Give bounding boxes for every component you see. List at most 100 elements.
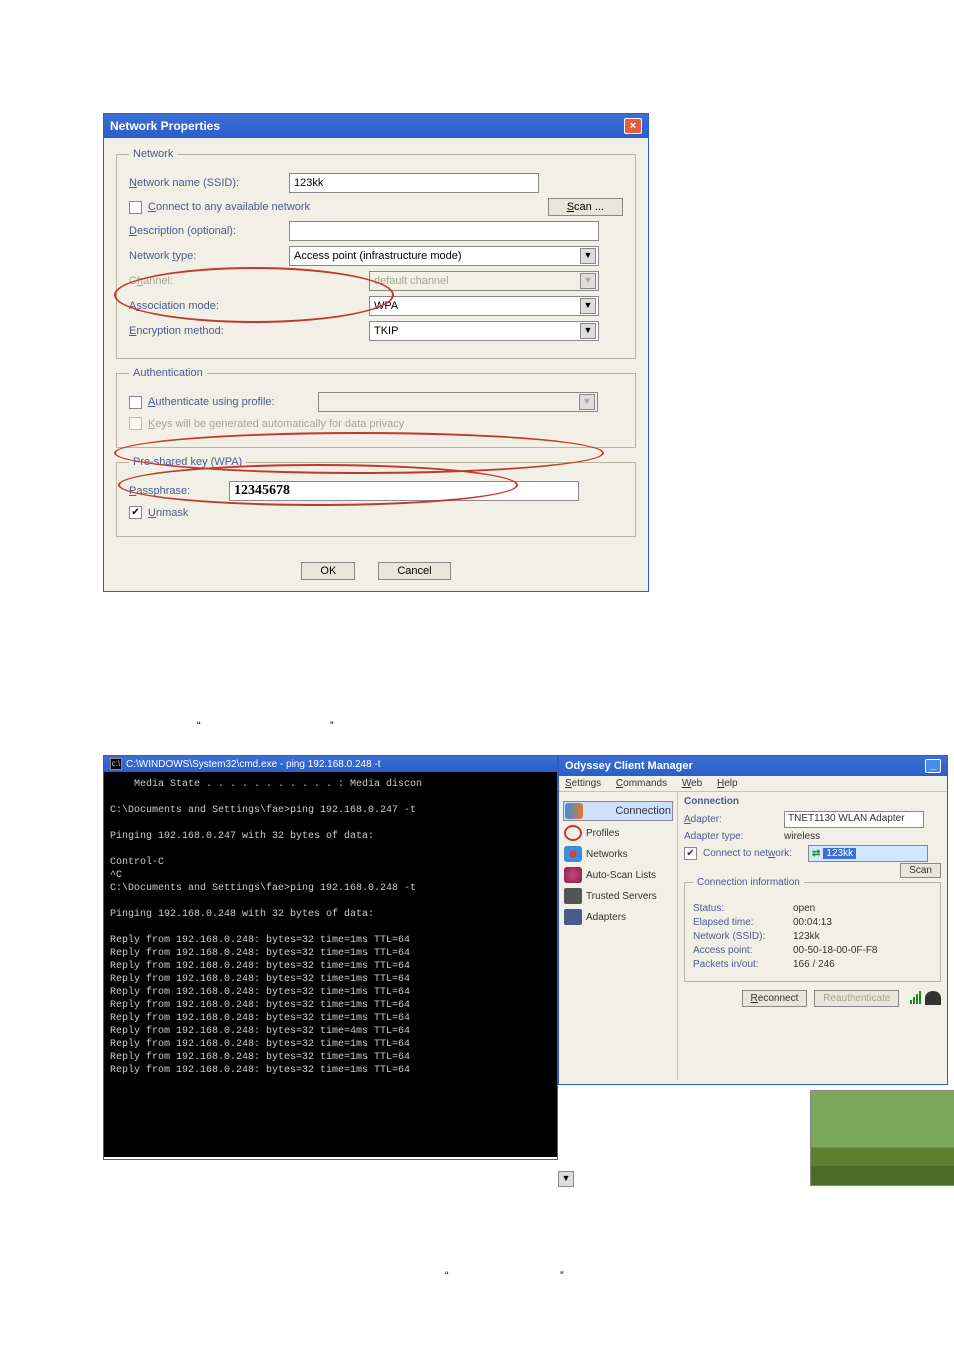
quote-mark: ” — [330, 720, 334, 732]
profiles-icon — [564, 825, 582, 841]
trusted-icon — [564, 888, 582, 904]
chevron-down-icon: ▼ — [580, 273, 596, 289]
sidebar-item-connection[interactable]: Connection — [563, 801, 673, 821]
adapter-type-value: wireless — [784, 831, 820, 842]
cancel-button[interactable]: Cancel — [378, 562, 450, 580]
panel-heading: Connection — [684, 796, 941, 807]
elapsed-label: Elapsed time: — [693, 917, 793, 928]
auth-profile-select: ▼ — [318, 392, 598, 412]
autoscan-icon — [564, 867, 582, 883]
adapter-type-label: Adapter type: — [684, 831, 784, 842]
authentication-legend: Authentication — [129, 367, 207, 379]
dialog-title: Network Properties — [110, 119, 220, 133]
odyssey-sidebar: Connection Profiles Networks Auto-Scan L… — [559, 792, 677, 1080]
elapsed-value: 00:04:13 — [793, 917, 832, 928]
ap-label: Access point: — [693, 945, 793, 956]
odyssey-title: Odyssey Client Manager — [565, 760, 693, 772]
network-legend: Network — [129, 148, 177, 160]
quote-mark: “ — [445, 1270, 449, 1282]
packets-label: Packets in/out: — [693, 959, 793, 970]
encryption-method-label: Encryption method: — [129, 325, 289, 337]
quote-mark: “ — [197, 720, 201, 732]
passphrase-label: Passphrase: — [129, 485, 229, 497]
dialog-body: Network NNetwork name (SSID):etwork name… — [104, 138, 648, 591]
odyssey-actions: Reconnect Reauthenticate — [684, 990, 941, 1007]
cmd-titlebar[interactable]: c:\ C:\WINDOWS\System32\cmd.exe - ping 1… — [104, 756, 557, 772]
association-mode-label: Association mode: — [129, 300, 289, 312]
ssid-label: NNetwork name (SSID):etwork name (SSID): — [129, 177, 289, 189]
menu-commands[interactable]: Commands — [616, 778, 667, 789]
authentication-group: Authentication Authenticate using profil… — [116, 367, 636, 448]
lock-icon — [925, 991, 941, 1005]
odyssey-titlebar[interactable]: Odyssey Client Manager _ — [559, 756, 947, 776]
channel-label: Channel: — [129, 275, 289, 287]
unmask-checkbox[interactable]: ✔ — [129, 506, 142, 519]
keys-auto-checkbox — [129, 417, 142, 430]
connection-icon — [565, 803, 583, 819]
chevron-down-icon[interactable]: ▼ — [580, 323, 596, 339]
menu-settings[interactable]: Settings — [565, 778, 601, 789]
signal-icon — [906, 991, 922, 1005]
status-value: open — [793, 903, 815, 914]
adapter-select[interactable]: TNET1130 WLAN Adapter — [784, 811, 924, 828]
minimize-icon[interactable]: _ — [925, 759, 941, 773]
ssid-input[interactable] — [289, 173, 539, 193]
scan-button[interactable]: SScan ...can ... — [548, 198, 623, 216]
sidebar-item-adapters[interactable]: Adapters — [563, 908, 673, 926]
adapter-label: Adapter: — [684, 814, 784, 825]
cmd-title-text: C:\WINDOWS\System32\cmd.exe - ping 192.1… — [126, 759, 381, 770]
chevron-down-icon[interactable]: ▼ — [580, 248, 596, 264]
passphrase-input[interactable] — [229, 481, 579, 501]
network-type-label: Network type: — [129, 250, 289, 262]
encryption-method-select[interactable]: TKIP ▼ — [369, 321, 599, 341]
network-select[interactable]: ⇄ 123kk — [808, 845, 928, 862]
network-type-select[interactable]: Access point (infrastructure mode) ▼ — [289, 246, 599, 266]
menu-web[interactable]: Web — [682, 778, 702, 789]
sidebar-item-trusted[interactable]: Trusted Servers — [563, 887, 673, 905]
odyssey-menubar[interactable]: Settings Commands Web Help — [559, 776, 947, 792]
auth-profile-checkbox[interactable] — [129, 396, 142, 409]
connection-info-legend: Connection information — [693, 877, 804, 888]
odyssey-window[interactable]: Odyssey Client Manager _ Settings Comman… — [558, 755, 948, 1085]
unmask-label: Unmask — [148, 507, 188, 519]
reconnect-button[interactable]: Reconnect — [742, 990, 808, 1007]
adapters-icon — [564, 909, 582, 925]
dialog-titlebar[interactable]: Network Properties × — [104, 114, 648, 138]
ssid-info-label: Network (SSID): — [693, 931, 793, 942]
quote-mark: ” — [560, 1270, 564, 1282]
description-input[interactable] — [289, 221, 599, 241]
cmd-output[interactable]: Media State . . . . . . . . . . . : Medi… — [104, 772, 557, 1157]
connect-any-label: Connect to any available network — [148, 201, 548, 213]
menu-help[interactable]: Help — [717, 778, 738, 789]
cmd-icon: c:\ — [110, 758, 122, 770]
psk-legend: Pre-shared key (WPA) — [129, 456, 246, 468]
association-mode-select[interactable]: WPA ▼ — [369, 296, 599, 316]
connect-any-checkbox[interactable] — [129, 201, 142, 214]
psk-group: Pre-shared key (WPA) Passphrase: ✔ Unmas… — [116, 456, 636, 537]
cmd-window[interactable]: c:\ C:\WINDOWS\System32\cmd.exe - ping 1… — [103, 755, 558, 1160]
sidebar-item-profiles[interactable]: Profiles — [563, 824, 673, 842]
ssid-info-value: 123kk — [793, 931, 820, 942]
connect-network-checkbox[interactable]: ✔ — [684, 847, 697, 860]
ap-value: 00-50-18-00-0F-F8 — [793, 945, 877, 956]
description-label: Description (optional): — [129, 225, 289, 237]
connection-info-group: Connection information Status:open Elaps… — [684, 882, 941, 982]
channel-select: default channel ▼ — [369, 271, 599, 291]
keys-auto-label: Keys will be generated automatically for… — [148, 418, 404, 430]
packets-value: 166 / 246 — [793, 959, 835, 970]
reauthenticate-button: Reauthenticate — [814, 990, 899, 1007]
desktop-thumbnail[interactable] — [810, 1090, 954, 1186]
sidebar-item-autoscan[interactable]: Auto-Scan Lists — [563, 866, 673, 884]
ok-button[interactable]: OK — [301, 562, 355, 580]
chevron-down-icon[interactable]: ▼ — [558, 1171, 574, 1187]
sidebar-item-networks[interactable]: Networks — [563, 845, 673, 863]
network-properties-dialog: Network Properties × Network NNetwork na… — [103, 113, 649, 592]
scan-button[interactable]: Scan — [900, 863, 941, 878]
odyssey-panel: Connection Adapter: TNET1130 WLAN Adapte… — [677, 792, 947, 1080]
close-icon[interactable]: × — [624, 118, 642, 134]
networks-icon — [564, 846, 582, 862]
chevron-down-icon[interactable]: ▼ — [580, 298, 596, 314]
desktop-composite: c:\ C:\WINDOWS\System32\cmd.exe - ping 1… — [103, 755, 953, 1195]
link-icon: ⇄ — [812, 848, 820, 859]
dialog-buttons: OK Cancel — [116, 565, 636, 577]
